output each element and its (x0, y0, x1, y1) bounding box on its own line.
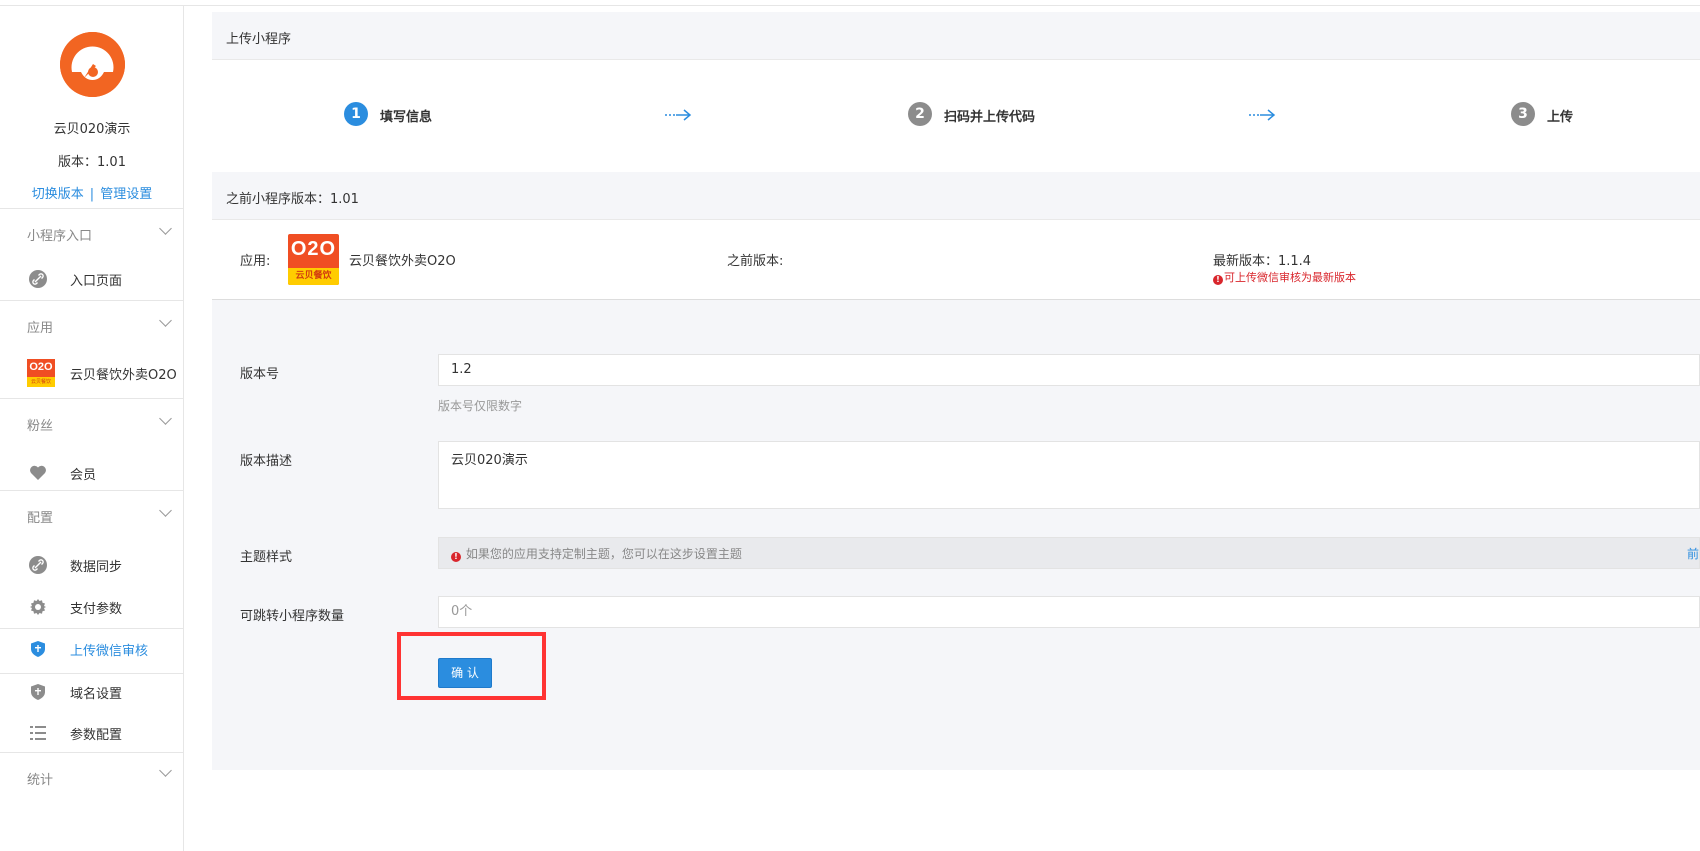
sidebar-section-fans: 粉丝 会员 (0, 398, 184, 490)
sidebar-section-title[interactable]: 粉丝 (27, 415, 53, 434)
sidebar-item-domain-settings[interactable]: 域名设置 (0, 673, 184, 713)
jump-miniprogram-count-input[interactable]: 0个 (438, 596, 1700, 628)
sidebar-item-param-config[interactable]: 参数配置 (0, 715, 184, 751)
panel-header: 上传小程序 (212, 12, 1700, 60)
chevron-down-icon[interactable] (159, 412, 172, 425)
list-icon (30, 726, 46, 740)
version-description-label: 版本描述 (240, 454, 293, 469)
sidebar-section-config: 配置 数据同步 支付参数 上传微信审核 域名设置 参数配置 (0, 490, 184, 752)
version-description-textarea[interactable]: 云贝020演示 (438, 441, 1700, 509)
latest-version: 最新版本：1.1.4 (1213, 254, 1312, 269)
step-number: 3 (1511, 102, 1535, 126)
version-number-input[interactable]: 1.2 (438, 354, 1700, 386)
link-separator: | (89, 187, 95, 202)
sidebar-app-version: 版本：1.01 (58, 155, 126, 170)
sidebar-item-members[interactable]: 会员 (0, 455, 184, 491)
app-info-row: 应用: O2O 云贝餐饮 云贝餐饮外卖O2O 之前版本: 最新版本：1.1.4 … (212, 220, 1700, 300)
gear-icon (30, 599, 46, 615)
sidebar-section-title[interactable]: 统计 (27, 769, 53, 788)
chevron-down-icon[interactable] (159, 314, 172, 327)
theme-message-text: 如果您的应用支持定制主题，您可以在这步设置主题 (465, 547, 742, 561)
sidebar-item-label: 支付参数 (70, 602, 123, 617)
step-number: 2 (908, 102, 932, 126)
sidebar-section-entry: 小程序入口 入口页面 (0, 208, 184, 300)
sidebar-item-o2o-app[interactable]: O2O 云贝餐饮 云贝餐饮外卖O2O (0, 355, 184, 391)
theme-style-link[interactable]: 前 (1687, 545, 1699, 562)
speedometer-logo-icon (60, 32, 125, 97)
previous-version-label: 之前版本: (727, 254, 784, 269)
sidebar-section-title[interactable]: 配置 (27, 507, 53, 526)
sidebar-app-name: 云贝020演示 (53, 122, 131, 137)
o2o-logo-band: 云贝餐饮 (27, 377, 55, 387)
o2o-app-icon: O2O 云贝餐饮 (27, 359, 55, 387)
shield-icon (31, 641, 45, 657)
manage-settings-link[interactable]: 管理设置 (100, 187, 152, 202)
confirm-button[interactable]: 确 认 (438, 658, 492, 688)
app-label: 应用: (240, 254, 271, 269)
link-icon (29, 556, 47, 574)
sidebar-item-entry-page[interactable]: 入口页面 (0, 261, 184, 297)
chevron-down-icon[interactable] (159, 764, 172, 777)
warning-icon: ! (1213, 275, 1223, 285)
sidebar-item-label: 域名设置 (70, 687, 123, 702)
sidebar-app-links: 切换版本 | 管理设置 (0, 183, 184, 202)
link-icon (29, 270, 47, 288)
sidebar-item-payment-params[interactable]: 支付参数 (0, 589, 184, 629)
sidebar-section-title[interactable]: 应用 (27, 317, 53, 336)
step-label: 填写信息 (380, 110, 433, 125)
sidebar-item-label: 数据同步 (70, 560, 123, 575)
o2o-logo-text: O2O (290, 238, 337, 260)
jump-miniprogram-count-label: 可跳转小程序数量 (240, 609, 345, 624)
version-number-label: 版本号 (240, 367, 280, 382)
sidebar-section-apps: 应用 O2O 云贝餐饮 云贝餐饮外卖O2O (0, 300, 184, 398)
sidebar-item-label: 上传微信审核 (70, 644, 149, 659)
app-name: 云贝餐饮外卖O2O (349, 254, 456, 269)
page-title: 上传小程序 (226, 32, 292, 47)
warning-icon: ! (451, 552, 461, 562)
sidebar-item-label: 参数配置 (70, 728, 123, 743)
arrow-right-icon (665, 109, 692, 121)
step-number: 1 (344, 102, 368, 126)
latest-version-warning: ! 可上传微信审核为最新版本 (1213, 269, 1356, 285)
arrow-right-icon (1249, 109, 1276, 121)
theme-style-notice: ! 如果您的应用支持定制主题，您可以在这步设置主题 前 (438, 537, 1700, 569)
upload-steps: 1 填写信息 2 扫码并上传代码 3 上传 (212, 60, 1700, 172)
version-number-hint: 版本号仅限数字 (438, 399, 523, 413)
sidebar-section-title[interactable]: 小程序入口 (27, 225, 92, 244)
heart-icon (30, 465, 46, 480)
sidebar-section-stats: 统计 (0, 752, 184, 851)
warning-text: 可上传微信审核为最新版本 (1224, 271, 1356, 284)
shield-icon (31, 684, 45, 700)
sidebar-item-upload-wechat-review[interactable]: 上传微信审核 (0, 631, 184, 667)
theme-style-label: 主题样式 (240, 550, 293, 565)
theme-style-message: ! 如果您的应用支持定制主题，您可以在这步设置主题 (451, 545, 742, 562)
sidebar: 云贝020演示 版本：1.01 切换版本 | 管理设置 小程序入口 入口页面 应用 … (0, 6, 184, 851)
step-label: 上传 (1547, 110, 1574, 125)
main-content: 上传小程序 1 填写信息 2 扫码并上传代码 3 上传 之前小程序版本：1.01… (212, 6, 1700, 851)
chevron-down-icon[interactable] (159, 222, 172, 235)
sidebar-item-label: 入口页面 (70, 274, 123, 289)
chevron-down-icon[interactable] (159, 504, 172, 517)
switch-version-link[interactable]: 切换版本 (32, 187, 84, 202)
o2o-logo-band: 云贝餐饮 (288, 268, 339, 285)
previous-version-header: 之前小程序版本：1.01 (212, 172, 1700, 220)
sidebar-item-data-sync[interactable]: 数据同步 (0, 547, 184, 583)
o2o-app-logo: O2O 云贝餐饮 (288, 234, 339, 285)
sidebar-item-label: 会员 (70, 468, 97, 483)
sidebar-item-label: 云贝餐饮外卖O2O (70, 368, 177, 383)
step-label: 扫码并上传代码 (944, 110, 1036, 125)
app-logo (60, 32, 125, 97)
upload-form: 版本号 1.2 版本号仅限数字 版本描述 云贝020演示 主题样式 ! 如果您的… (212, 300, 1700, 770)
previous-version-title: 之前小程序版本：1.01 (226, 192, 359, 207)
o2o-logo-text: O2O (29, 361, 53, 373)
